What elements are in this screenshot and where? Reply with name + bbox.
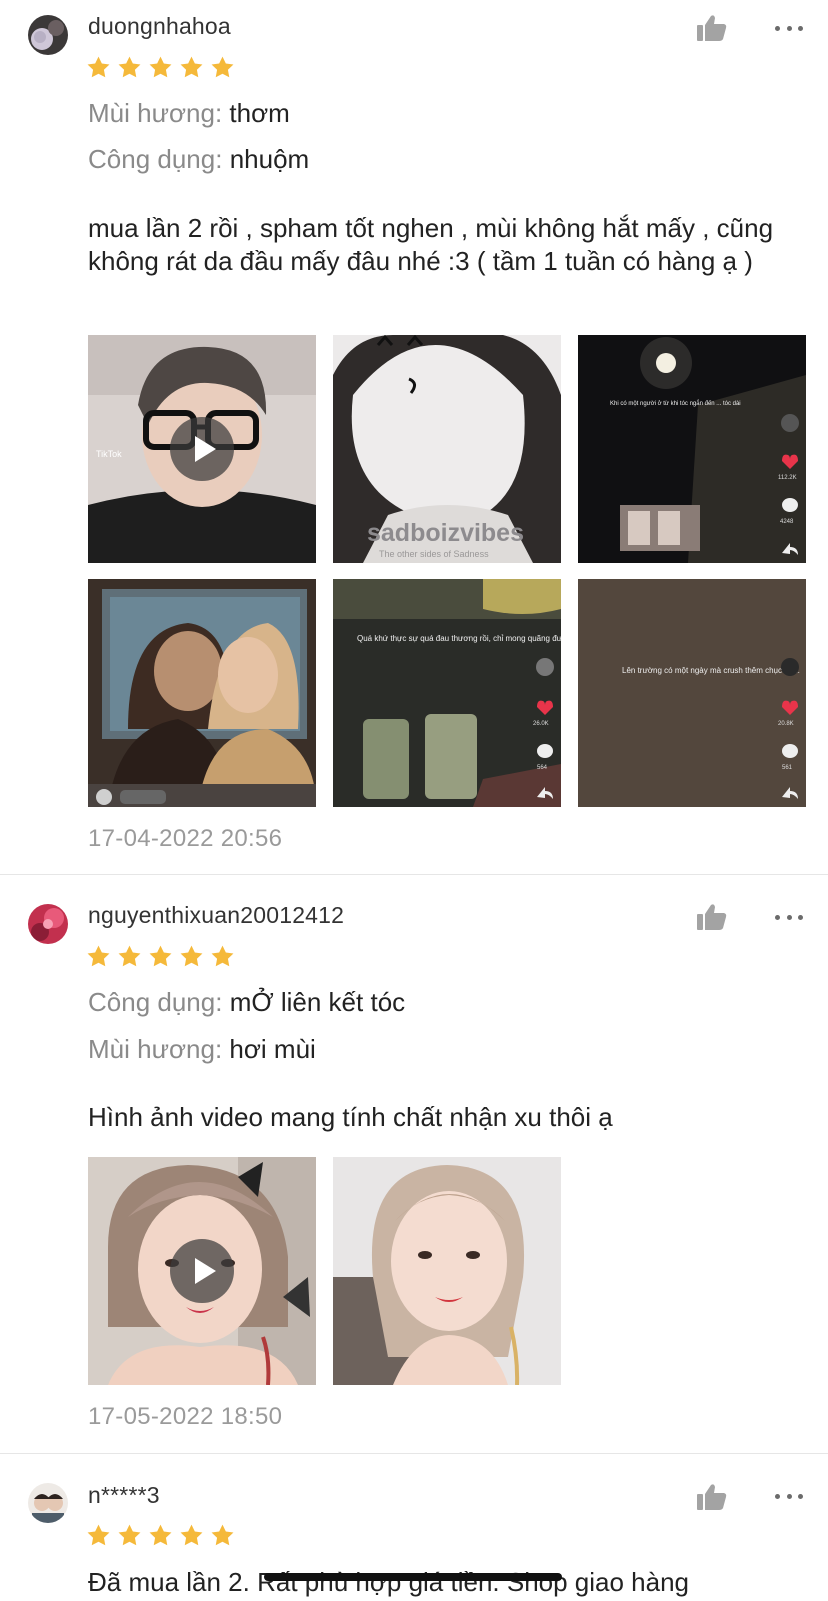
attribute-label: Công dụng: bbox=[88, 987, 223, 1017]
like-count: 20.8K bbox=[778, 721, 794, 727]
thumbs-up-icon[interactable] bbox=[696, 1483, 728, 1511]
review-attribute: Mùi hương: hơi mùi bbox=[88, 1034, 316, 1065]
like-count: 112.2K bbox=[778, 475, 797, 481]
image-watermark: sadboizvibes bbox=[367, 519, 524, 547]
more-horizontal-icon[interactable] bbox=[775, 23, 803, 33]
more-horizontal-icon[interactable] bbox=[775, 912, 803, 922]
review-text: mua lần 2 rồi , spham tốt nghen , mùi kh… bbox=[88, 213, 774, 276]
review-card: duongnhahoa Mùi hương: thơm Công dụng: n… bbox=[0, 0, 828, 860]
play-icon[interactable] bbox=[170, 417, 234, 481]
review-text: Đã mua lần 2. Rất phù hợp giá tiền. Shop… bbox=[88, 1567, 690, 1597]
comment-count: 561 bbox=[782, 765, 793, 771]
image-caption: Quá khứ thực sự quá đau thương rồi, chỉ … bbox=[357, 634, 561, 643]
avatar[interactable] bbox=[28, 15, 68, 55]
star-rating bbox=[86, 1523, 235, 1548]
like-count: 26.0K bbox=[533, 721, 549, 727]
image-caption: Lên trường có một ngày mà crush thêm chụ… bbox=[622, 666, 800, 675]
review-video-thumbnail[interactable] bbox=[88, 1157, 316, 1385]
star-icon bbox=[211, 1524, 234, 1546]
avatar[interactable] bbox=[28, 1483, 68, 1523]
attribute-value: nhuộm bbox=[229, 144, 310, 174]
reviewer-username[interactable]: duongnhahoa bbox=[88, 13, 231, 40]
star-icon bbox=[149, 56, 172, 78]
star-icon bbox=[87, 56, 110, 78]
star-icon bbox=[180, 1524, 203, 1546]
image-caption: Khi có một người ở từ khi tóc ngắn đến .… bbox=[610, 400, 741, 407]
review-date: 17-04-2022 20:56 bbox=[88, 825, 283, 852]
review-image-thumbnail[interactable] bbox=[333, 1157, 561, 1385]
comment-count: 564 bbox=[537, 765, 548, 771]
tiktok-watermark: TikTok bbox=[96, 449, 122, 459]
star-icon bbox=[118, 1524, 141, 1546]
reviewer-username[interactable]: nguyenthixuan20012412 bbox=[88, 902, 344, 929]
star-icon bbox=[118, 945, 141, 967]
star-icon bbox=[211, 945, 234, 967]
attribute-label: Mùi hương: bbox=[88, 98, 223, 128]
comment-count: 4248 bbox=[780, 519, 794, 525]
review-date: 17-05-2022 18:50 bbox=[88, 1403, 283, 1430]
thumbs-up-icon[interactable] bbox=[696, 903, 728, 931]
more-horizontal-icon[interactable] bbox=[775, 1491, 803, 1501]
review-video-thumbnail[interactable]: TikTok bbox=[88, 335, 316, 563]
avatar[interactable] bbox=[28, 904, 68, 944]
review-attribute: Mùi hương: thơm bbox=[88, 98, 290, 129]
star-rating bbox=[86, 944, 235, 969]
thumbs-up-icon[interactable] bbox=[696, 14, 728, 42]
review-image-thumbnail[interactable]: Quá khứ thực sự quá đau thương rồi, chỉ … bbox=[333, 579, 561, 807]
star-icon bbox=[180, 56, 203, 78]
star-icon bbox=[149, 1524, 172, 1546]
image-watermark-sub: The other sides of Sadness bbox=[379, 549, 489, 559]
star-icon bbox=[149, 945, 172, 967]
review-image-thumbnail[interactable]: Khi có một người ở từ khi tóc ngắn đến .… bbox=[578, 335, 806, 563]
star-icon bbox=[118, 56, 141, 78]
star-icon bbox=[211, 56, 234, 78]
star-icon bbox=[180, 945, 203, 967]
review-image-thumbnail[interactable]: sadboizvibes The other sides of Sadness bbox=[333, 335, 561, 563]
review-image-thumbnail[interactable] bbox=[88, 579, 316, 807]
star-icon bbox=[87, 945, 110, 967]
review-text: Hình ảnh video mang tính chất nhận xu th… bbox=[88, 1102, 613, 1132]
attribute-value: thơm bbox=[229, 98, 290, 128]
review-attribute: Công dụng: nhuộm bbox=[88, 144, 309, 175]
attribute-label: Công dụng: bbox=[88, 144, 223, 174]
attribute-label: Mùi hương: bbox=[88, 1034, 223, 1064]
review-attribute: Công dụng: mỞ liên kết tóc bbox=[88, 987, 405, 1018]
attribute-value: hơi mùi bbox=[229, 1034, 316, 1064]
home-indicator[interactable] bbox=[264, 1573, 562, 1581]
divider bbox=[0, 874, 828, 875]
play-icon[interactable] bbox=[170, 1239, 234, 1303]
star-icon bbox=[87, 1524, 110, 1546]
reviewer-username[interactable]: n*****3 bbox=[88, 1482, 160, 1509]
attribute-value: mỞ liên kết tóc bbox=[229, 987, 406, 1017]
divider bbox=[0, 1453, 828, 1454]
star-rating bbox=[86, 55, 235, 80]
review-image-thumbnail[interactable]: Lên trường có một ngày mà crush thêm chụ… bbox=[578, 579, 806, 807]
